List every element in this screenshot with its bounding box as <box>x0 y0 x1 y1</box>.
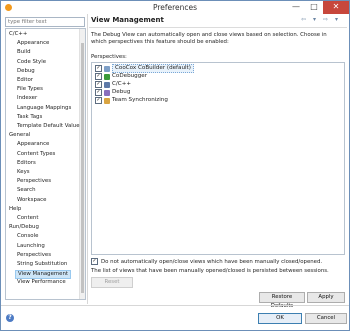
tree-item[interactable]: Search <box>17 187 36 194</box>
tree-item[interactable]: Console <box>17 233 38 240</box>
perspective-checkbox[interactable]: ✓ <box>95 89 102 96</box>
perspectives-label: Perspectives: <box>91 54 127 60</box>
perspective-checkbox[interactable]: ✓ <box>95 97 102 104</box>
tree-item[interactable]: View Management <box>15 270 72 280</box>
dialog-divider <box>1 305 349 306</box>
preferences-window: Preferences — □ ✕ C/C++ Appearance Build Co… <box>0 0 350 331</box>
maximize-button[interactable]: □ <box>305 1 323 14</box>
tree-item[interactable]: C/C++ <box>9 31 27 38</box>
forward-arrow-icon[interactable]: ⇨ <box>321 16 330 23</box>
tree-item[interactable]: Debug <box>17 68 35 75</box>
tree-item[interactable]: Build <box>17 49 31 56</box>
help-icon[interactable]: ? <box>6 314 14 322</box>
tree-item[interactable]: Template Default Value <box>17 123 80 130</box>
history-nav: ⇦ ▾ ⇨ ▾ <box>299 16 341 23</box>
tree-scrollbar[interactable] <box>79 29 85 299</box>
close-button[interactable]: ✕ <box>323 1 349 14</box>
tree-item[interactable]: Editors <box>17 160 36 167</box>
back-arrow-icon[interactable]: ⇦ <box>299 16 308 23</box>
perspective-icon <box>104 81 110 88</box>
perspective-row[interactable]: ✓ CoDebugger <box>95 73 147 80</box>
tree-item[interactable]: Appearance <box>17 141 49 148</box>
perspective-checkbox[interactable]: ✓ <box>95 81 102 88</box>
perspective-label: C/C++ <box>112 81 132 87</box>
tree-item[interactable]: Help <box>9 206 21 213</box>
tree-item[interactable]: General <box>9 132 30 139</box>
page-title: View Management <box>91 16 164 24</box>
back-menu-chevron-icon[interactable]: ▾ <box>310 16 319 23</box>
tree-item[interactable]: Launching <box>17 243 45 250</box>
restore-defaults-button[interactable]: Restore Defaults <box>259 292 305 309</box>
tree-item[interactable]: Keys <box>17 169 30 176</box>
perspective-row[interactable]: ✓ Debug <box>95 89 130 96</box>
manual-views-option-label: Do not automatically open/close views wh… <box>101 258 323 265</box>
tree-item[interactable]: Language Mappings <box>17 105 71 112</box>
perspective-icon <box>104 89 110 96</box>
perspective-label: CoDebugger <box>112 73 148 79</box>
tree-item[interactable]: File Types <box>17 86 43 93</box>
minimize-button[interactable]: — <box>287 1 305 14</box>
tree-item[interactable]: Run/Debug <box>9 224 39 231</box>
title-divider <box>89 27 347 28</box>
perspective-icon <box>104 73 110 80</box>
tree-item[interactable]: Code Style <box>17 59 46 66</box>
filter-input[interactable] <box>5 17 85 27</box>
perspective-row[interactable]: ✓ CooCox CoBuilder (default) <box>95 64 194 73</box>
perspective-label: CooCox CoBuilder (default) <box>112 64 194 73</box>
tree-item[interactable]: Workspace <box>17 197 46 204</box>
perspective-checkbox[interactable]: ✓ <box>95 65 102 72</box>
perspective-row[interactable]: ✓ C/C++ <box>95 81 131 88</box>
tree-item[interactable]: Content Types <box>17 151 55 158</box>
perspective-icon <box>104 97 110 104</box>
tree-item[interactable]: Content <box>17 215 38 222</box>
window-title: Preferences <box>152 3 198 12</box>
pane-splitter[interactable] <box>87 14 88 304</box>
preference-tree[interactable]: C/C++ Appearance Build Code Style Debug Edito… <box>5 28 86 300</box>
tree-item[interactable]: Perspectives <box>17 252 51 259</box>
apply-button[interactable]: Apply <box>307 292 345 303</box>
page-description: The Debug View can automatically open an… <box>91 32 327 45</box>
title-bar[interactable]: Preferences — □ ✕ <box>1 1 349 14</box>
tree-item[interactable]: String Substitution <box>17 261 67 268</box>
tree-item[interactable]: Indexer <box>17 95 37 102</box>
tree-item[interactable]: Task Tags <box>17 114 42 121</box>
eclipse-app-icon <box>5 4 12 11</box>
persistence-note: The list of views that have been manuall… <box>91 268 329 274</box>
forward-menu-chevron-icon[interactable]: ▾ <box>332 16 341 23</box>
manual-views-checkbox[interactable]: ✓ <box>91 258 98 265</box>
perspective-checkbox[interactable]: ✓ <box>95 73 102 80</box>
reset-button[interactable]: Reset <box>91 277 133 288</box>
tree-item[interactable]: Perspectives <box>17 178 51 185</box>
tree-scrollbar-thumb[interactable] <box>81 43 84 293</box>
perspective-label: Debug <box>112 89 131 95</box>
ok-button[interactable]: OK <box>258 313 302 324</box>
cancel-button[interactable]: Cancel <box>305 313 347 324</box>
perspectives-list[interactable]: ✓ CooCox CoBuilder (default) ✓ CoDebugger ✓ C… <box>91 62 345 255</box>
tree-item[interactable]: Editor <box>17 77 33 84</box>
tree-item[interactable]: Appearance <box>17 40 49 47</box>
manual-views-option[interactable]: ✓ Do not automatically open/close views … <box>91 258 322 265</box>
perspective-label: Team Synchronizing <box>112 97 168 103</box>
tree-item[interactable]: View Performance <box>17 279 66 286</box>
perspective-row[interactable]: ✓ Team Synchronizing <box>95 97 168 104</box>
perspective-icon <box>104 65 110 72</box>
